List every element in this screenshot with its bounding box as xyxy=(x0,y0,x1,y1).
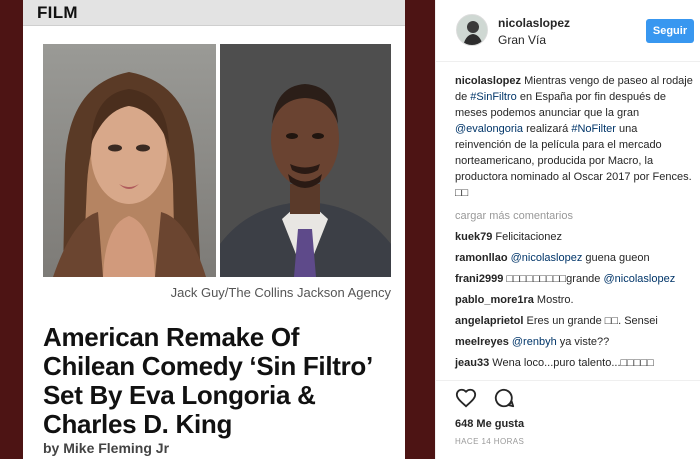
heart-icon[interactable] xyxy=(455,387,477,409)
post-media[interactable]: FILM Jack Guy/The Collins Jackson Agency… xyxy=(0,0,435,459)
article-photos xyxy=(43,44,391,277)
comment-username[interactable]: meelreyes xyxy=(455,336,509,348)
mention-link[interactable]: @nicolaslopez xyxy=(511,252,583,264)
mention-link[interactable]: @renbyh xyxy=(512,336,557,348)
post-header: nicolaslopez Gran Vía Seguir xyxy=(436,0,700,62)
article-headline: American Remake Of Chilean Comedy ‘Sin F… xyxy=(43,322,372,439)
article-screenshot: FILM Jack Guy/The Collins Jackson Agency… xyxy=(23,0,405,459)
photo-man xyxy=(220,44,391,277)
comment-username[interactable]: ramonllao xyxy=(455,252,508,264)
comment: jeau33 Wena loco...puro talento...□□□□□ xyxy=(455,355,695,371)
comment-text: Felicitacionez xyxy=(492,231,563,243)
comment: frani2999 □□□□□□□□□grande @nicolaslopez xyxy=(455,271,695,287)
comment: angelaprietol Eres un grande □□. Sensei xyxy=(455,313,695,329)
likes-count[interactable]: 648 Me gusta xyxy=(455,418,524,430)
photo-woman xyxy=(43,44,216,277)
comment: ramonllao @nicolaslopez guena gueon xyxy=(455,250,695,266)
hashtag-link[interactable]: #SinFiltro xyxy=(470,91,516,103)
photo-credit: Jack Guy/The Collins Jackson Agency xyxy=(170,285,391,300)
comment-username[interactable]: angelaprietol xyxy=(455,315,523,327)
comment: pablo_more1ra Mostro. xyxy=(455,292,695,308)
mention-link[interactable]: @nicolaslopez xyxy=(603,273,675,285)
action-icons xyxy=(455,387,527,413)
post-panel: nicolaslopez Gran Vía Seguir nicolaslope… xyxy=(435,0,700,459)
comment-text: guena gueon xyxy=(582,252,650,264)
comment-text: Mostro. xyxy=(533,294,574,306)
avatar[interactable] xyxy=(456,14,488,46)
section-bar: FILM xyxy=(23,0,405,26)
hashtag-link[interactable]: #NoFilter xyxy=(571,123,616,135)
load-more-comments[interactable]: cargar más comentarios xyxy=(455,208,695,224)
caption-text-3: realizará xyxy=(523,123,572,135)
speech-bubble-icon[interactable] xyxy=(493,387,515,409)
comment-username[interactable]: kuek79 xyxy=(455,231,492,243)
comment-username[interactable]: jeau33 xyxy=(455,357,489,369)
follow-button[interactable]: Seguir xyxy=(646,19,694,43)
comment-text: Wena loco...puro talento...□□□□□ xyxy=(489,357,654,369)
post-location[interactable]: Gran Vía xyxy=(498,33,546,47)
section-label: FILM xyxy=(37,3,78,22)
comment: kuek79 Felicitacionez xyxy=(455,229,695,245)
comment-text: □□□□□□□□□grande xyxy=(503,273,604,285)
caption-username[interactable]: nicolaslopez xyxy=(455,75,521,87)
comment-username[interactable]: frani2999 xyxy=(455,273,503,285)
post-actions: 648 Me gusta HACE 14 HORAS xyxy=(436,380,700,459)
post-username[interactable]: nicolaslopez xyxy=(498,16,570,30)
comments-section: nicolaslopez Mientras vengo de paseo al … xyxy=(455,73,695,376)
comment: meelreyes @renbyh ya viste?? xyxy=(455,334,695,350)
comment-text: ya viste?? xyxy=(556,336,610,348)
mention-link[interactable]: @evalongoria xyxy=(455,123,523,135)
article-byline: by Mike Fleming Jr xyxy=(43,440,170,456)
post-caption: nicolaslopez Mientras vengo de paseo al … xyxy=(455,73,695,201)
comment-username[interactable]: pablo_more1ra xyxy=(455,294,534,306)
comment-text: Eres un grande □□. Sensei xyxy=(523,315,658,327)
post-timestamp: HACE 14 HORAS xyxy=(455,437,525,446)
